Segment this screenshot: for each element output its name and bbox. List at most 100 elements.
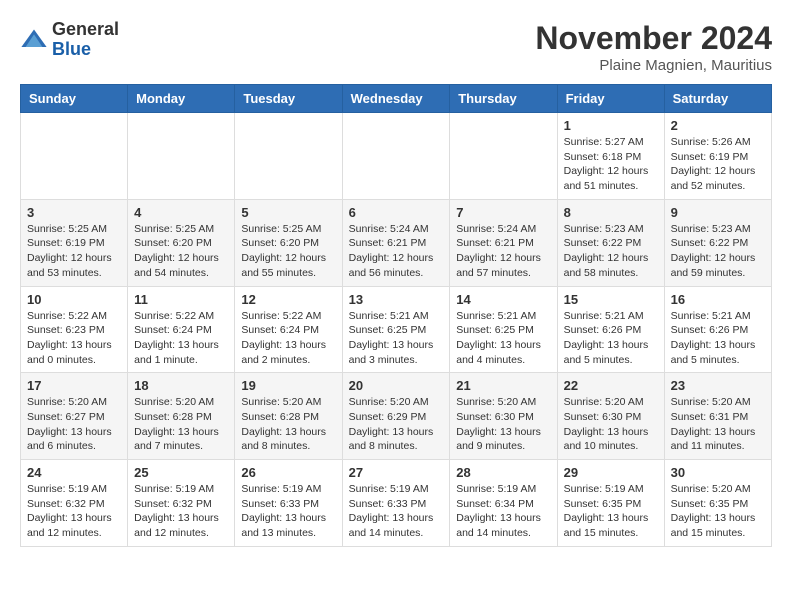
- day-info: Sunrise: 5:20 AMSunset: 6:30 PMDaylight:…: [456, 395, 550, 454]
- calendar-day-cell: 21 Sunrise: 5:20 AMSunset: 6:30 PMDayligh…: [450, 373, 557, 460]
- day-number: 18: [134, 378, 228, 393]
- day-info: Sunrise: 5:20 AMSunset: 6:28 PMDaylight:…: [241, 395, 335, 454]
- calendar-header: SundayMondayTuesdayWednesdayThursdayFrid…: [21, 85, 772, 113]
- calendar-body: 1 Sunrise: 5:27 AMSunset: 6:18 PMDaylight…: [21, 113, 772, 547]
- calendar-day-cell: [235, 113, 342, 200]
- day-number: 24: [27, 465, 121, 480]
- logo-icon: [20, 26, 48, 54]
- calendar-week-row: 24 Sunrise: 5:19 AMSunset: 6:32 PMDayligh…: [21, 460, 772, 547]
- calendar-table: SundayMondayTuesdayWednesdayThursdayFrid…: [20, 84, 772, 547]
- day-number: 25: [134, 465, 228, 480]
- calendar-day-header: Friday: [557, 85, 664, 113]
- day-info: Sunrise: 5:21 AMSunset: 6:26 PMDaylight:…: [564, 309, 658, 368]
- calendar-day-cell: 19 Sunrise: 5:20 AMSunset: 6:28 PMDayligh…: [235, 373, 342, 460]
- day-info: Sunrise: 5:19 AMSunset: 6:32 PMDaylight:…: [134, 482, 228, 541]
- calendar-day-cell: 10Sunrise: 5:22 AMSunset: 6:23 PMDayligh…: [21, 286, 128, 373]
- day-number: 7: [456, 205, 550, 220]
- day-info: Sunrise: 5:26 AMSunset: 6:19 PMDaylight:…: [671, 135, 765, 194]
- calendar-day-cell: 18 Sunrise: 5:20 AMSunset: 6:28 PMDayligh…: [128, 373, 235, 460]
- day-info: Sunrise: 5:21 AMSunset: 6:26 PMDaylight:…: [671, 309, 765, 368]
- calendar-day-cell: [128, 113, 235, 200]
- day-info: Sunrise: 5:20 AMSunset: 6:35 PMDaylight:…: [671, 482, 765, 541]
- day-number: 12: [241, 292, 335, 307]
- day-number: 5: [241, 205, 335, 220]
- calendar-day-cell: 29 Sunrise: 5:19 AMSunset: 6:35 PMDayligh…: [557, 460, 664, 547]
- day-number: 27: [349, 465, 444, 480]
- calendar-day-cell: 12 Sunrise: 5:22 AMSunset: 6:24 PMDayligh…: [235, 286, 342, 373]
- day-number: 6: [349, 205, 444, 220]
- day-info: Sunrise: 5:19 AMSunset: 6:33 PMDaylight:…: [241, 482, 335, 541]
- day-info: Sunrise: 5:27 AMSunset: 6:18 PMDaylight:…: [564, 135, 658, 194]
- day-number: 15: [564, 292, 658, 307]
- day-number: 20: [349, 378, 444, 393]
- calendar-day-header: Sunday: [21, 85, 128, 113]
- logo-text: General Blue: [52, 20, 119, 60]
- day-info: Sunrise: 5:20 AMSunset: 6:31 PMDaylight:…: [671, 395, 765, 454]
- calendar-day-cell: 4Sunrise: 5:25 AMSunset: 6:20 PMDaylight…: [128, 199, 235, 286]
- day-info: Sunrise: 5:20 AMSunset: 6:27 PMDaylight:…: [27, 395, 121, 454]
- day-number: 13: [349, 292, 444, 307]
- day-number: 11: [134, 292, 228, 307]
- day-info: Sunrise: 5:22 AMSunset: 6:24 PMDaylight:…: [134, 309, 228, 368]
- calendar-day-cell: 24Sunrise: 5:19 AMSunset: 6:32 PMDayligh…: [21, 460, 128, 547]
- day-number: 28: [456, 465, 550, 480]
- day-number: 29: [564, 465, 658, 480]
- calendar-day-header: Tuesday: [235, 85, 342, 113]
- calendar-day-cell: 8 Sunrise: 5:23 AMSunset: 6:22 PMDaylight…: [557, 199, 664, 286]
- calendar-day-cell: 16Sunrise: 5:21 AMSunset: 6:26 PMDayligh…: [664, 286, 771, 373]
- day-number: 17: [27, 378, 121, 393]
- calendar-day-cell: 22 Sunrise: 5:20 AMSunset: 6:30 PMDayligh…: [557, 373, 664, 460]
- calendar-day-header: Wednesday: [342, 85, 450, 113]
- day-number: 19: [241, 378, 335, 393]
- calendar-week-row: 10Sunrise: 5:22 AMSunset: 6:23 PMDayligh…: [21, 286, 772, 373]
- calendar-day-cell: [450, 113, 557, 200]
- calendar-day-cell: 30 Sunrise: 5:20 AMSunset: 6:35 PMDayligh…: [664, 460, 771, 547]
- day-number: 22: [564, 378, 658, 393]
- calendar-day-cell: 25 Sunrise: 5:19 AMSunset: 6:32 PMDayligh…: [128, 460, 235, 547]
- calendar-day-cell: 15 Sunrise: 5:21 AMSunset: 6:26 PMDayligh…: [557, 286, 664, 373]
- calendar-day-cell: 2 Sunrise: 5:26 AMSunset: 6:19 PMDaylight…: [664, 113, 771, 200]
- day-info: Sunrise: 5:22 AMSunset: 6:23 PMDaylight:…: [27, 309, 121, 368]
- day-number: 2: [671, 118, 765, 133]
- day-info: Sunrise: 5:20 AMSunset: 6:29 PMDaylight:…: [349, 395, 444, 454]
- day-info: Sunrise: 5:25 AMSunset: 6:20 PMDaylight:…: [241, 222, 335, 281]
- day-number: 1: [564, 118, 658, 133]
- day-info: Sunrise: 5:20 AMSunset: 6:30 PMDaylight:…: [564, 395, 658, 454]
- calendar-day-cell: 14 Sunrise: 5:21 AMSunset: 6:25 PMDayligh…: [450, 286, 557, 373]
- month-title: November 2024: [535, 20, 772, 57]
- day-info: Sunrise: 5:23 AMSunset: 6:22 PMDaylight:…: [564, 222, 658, 281]
- title-section: November 2024 Plaine Magnien, Mauritius: [535, 20, 772, 74]
- day-number: 21: [456, 378, 550, 393]
- day-info: Sunrise: 5:21 AMSunset: 6:25 PMDaylight:…: [349, 309, 444, 368]
- calendar-day-cell: 26 Sunrise: 5:19 AMSunset: 6:33 PMDayligh…: [235, 460, 342, 547]
- day-number: 30: [671, 465, 765, 480]
- calendar-day-cell: 20 Sunrise: 5:20 AMSunset: 6:29 PMDayligh…: [342, 373, 450, 460]
- calendar-day-cell: 27 Sunrise: 5:19 AMSunset: 6:33 PMDayligh…: [342, 460, 450, 547]
- calendar-day-cell: 9Sunrise: 5:23 AMSunset: 6:22 PMDaylight…: [664, 199, 771, 286]
- day-info: Sunrise: 5:24 AMSunset: 6:21 PMDaylight:…: [456, 222, 550, 281]
- day-info: Sunrise: 5:22 AMSunset: 6:24 PMDaylight:…: [241, 309, 335, 368]
- calendar-day-cell: 13 Sunrise: 5:21 AMSunset: 6:25 PMDayligh…: [342, 286, 450, 373]
- calendar-day-cell: 28Sunrise: 5:19 AMSunset: 6:34 PMDayligh…: [450, 460, 557, 547]
- calendar-day-header: Saturday: [664, 85, 771, 113]
- day-number: 23: [671, 378, 765, 393]
- calendar-day-cell: 11 Sunrise: 5:22 AMSunset: 6:24 PMDayligh…: [128, 286, 235, 373]
- day-info: Sunrise: 5:19 AMSunset: 6:35 PMDaylight:…: [564, 482, 658, 541]
- day-number: 3: [27, 205, 121, 220]
- day-info: Sunrise: 5:20 AMSunset: 6:28 PMDaylight:…: [134, 395, 228, 454]
- calendar-day-header: Monday: [128, 85, 235, 113]
- day-info: Sunrise: 5:19 AMSunset: 6:33 PMDaylight:…: [349, 482, 444, 541]
- day-number: 9: [671, 205, 765, 220]
- calendar-week-row: 3 Sunrise: 5:25 AMSunset: 6:19 PMDaylight…: [21, 199, 772, 286]
- day-number: 8: [564, 205, 658, 220]
- day-number: 4: [134, 205, 228, 220]
- calendar-day-cell: 17 Sunrise: 5:20 AMSunset: 6:27 PMDayligh…: [21, 373, 128, 460]
- day-number: 14: [456, 292, 550, 307]
- day-number: 26: [241, 465, 335, 480]
- day-info: Sunrise: 5:25 AMSunset: 6:19 PMDaylight:…: [27, 222, 121, 281]
- calendar-day-cell: [342, 113, 450, 200]
- logo: General Blue: [20, 20, 119, 60]
- day-info: Sunrise: 5:24 AMSunset: 6:21 PMDaylight:…: [349, 222, 444, 281]
- day-info: Sunrise: 5:21 AMSunset: 6:25 PMDaylight:…: [456, 309, 550, 368]
- calendar-day-cell: 5 Sunrise: 5:25 AMSunset: 6:20 PMDaylight…: [235, 199, 342, 286]
